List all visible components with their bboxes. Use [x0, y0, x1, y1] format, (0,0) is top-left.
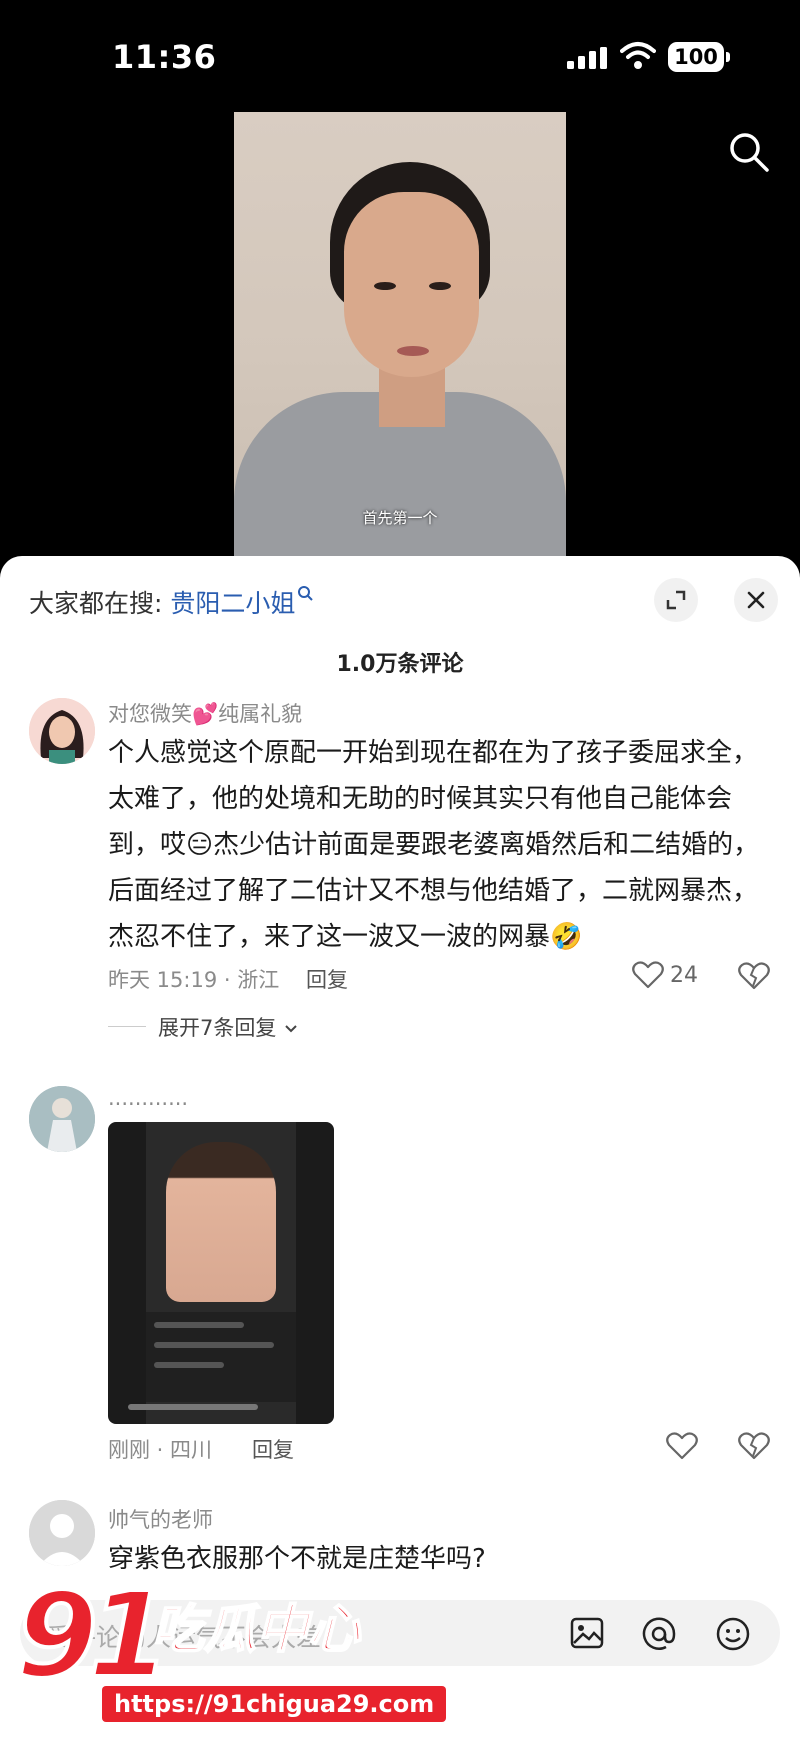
heart-icon [632, 961, 664, 989]
chevron-down-icon [285, 1025, 297, 1033]
mention-icon[interactable] [642, 1617, 676, 1651]
emoji-icon[interactable] [716, 1617, 750, 1651]
comment-username[interactable]: ............ [108, 1086, 188, 1110]
close-button[interactable] [734, 578, 778, 622]
search-icon [298, 586, 314, 601]
reply-button[interactable]: 回复 [252, 1434, 294, 1464]
status-bar: 11:36 100 [0, 0, 800, 100]
video-subtitle: 首先第一个 [362, 509, 438, 527]
default-avatar-icon [29, 1500, 95, 1566]
video-figure-mouth [397, 346, 429, 356]
comment-sheet: 大家都在搜: 贵阳二小姐 1.0万条评论 对您微笑💕纯属礼貌 个人感觉这个原配一… [0, 556, 800, 1738]
image-text-line [154, 1322, 244, 1328]
watermark-logo: 91 吃瓜中心 https://91chigua29.com [14, 1566, 447, 1736]
avatar-illustration [29, 698, 95, 764]
search-icon[interactable] [728, 131, 770, 173]
close-icon [747, 591, 765, 609]
battery-indicator: 100 [668, 42, 730, 72]
comment-username[interactable]: 帅气的老师 [108, 1504, 213, 1534]
avatar[interactable] [29, 698, 95, 764]
like-count: 24 [670, 962, 698, 988]
cellular-signal-icon [567, 47, 607, 69]
image-icon[interactable] [570, 1617, 604, 1649]
wifi-icon [620, 42, 656, 69]
image-text-line [128, 1404, 258, 1410]
comment-image[interactable] [108, 1122, 334, 1424]
expand-replies-button[interactable]: 展开7条回复 [158, 1012, 299, 1042]
image-text-line [154, 1362, 224, 1368]
avatar-illustration [29, 1086, 95, 1152]
comment-count: 1.0万条评论 [336, 652, 464, 677]
comment-text: 个人感觉这个原配一开始到现在都在为了孩子委屈求全，太难了，他的处境和无助的时候其… [108, 738, 760, 952]
hot-search-keyword[interactable]: 贵阳二小姐 [170, 589, 295, 618]
watermark-url: https://91chigua29.com [102, 1686, 447, 1722]
watermark-name: 吃瓜中心 [151, 1599, 361, 1661]
comment-meta: 昨天 15:19 · 浙江 [108, 968, 280, 992]
expand-icon [666, 590, 686, 610]
comment-meta: 刚刚 · 四川 [108, 1438, 213, 1462]
watermark-number: 91 [14, 1566, 172, 1704]
image-text-line [154, 1342, 274, 1348]
comment-username[interactable]: 对您微笑💕纯属礼貌 [108, 698, 302, 728]
video-figure-eye [429, 282, 451, 290]
expand-replies-label: 展开7条回复 [158, 1016, 277, 1040]
video-player[interactable]: 首先第一个 [234, 112, 566, 557]
avatar[interactable] [29, 1500, 95, 1566]
dislike-button[interactable] [738, 1432, 770, 1460]
status-time: 11:36 [112, 38, 217, 76]
video-figure-eye [374, 282, 396, 290]
hot-search-prefix: 大家都在搜: [29, 589, 163, 618]
expand-sheet-button[interactable] [654, 578, 698, 622]
hot-search[interactable]: 大家都在搜: 贵阳二小姐 [29, 584, 314, 620]
dislike-button[interactable] [738, 962, 770, 990]
image-face [166, 1142, 276, 1302]
divider [108, 1026, 146, 1027]
reply-button[interactable]: 回复 [306, 964, 348, 994]
avatar[interactable] [29, 1086, 95, 1152]
heart-icon[interactable] [666, 1432, 698, 1460]
like-button[interactable]: 24 [632, 961, 698, 989]
